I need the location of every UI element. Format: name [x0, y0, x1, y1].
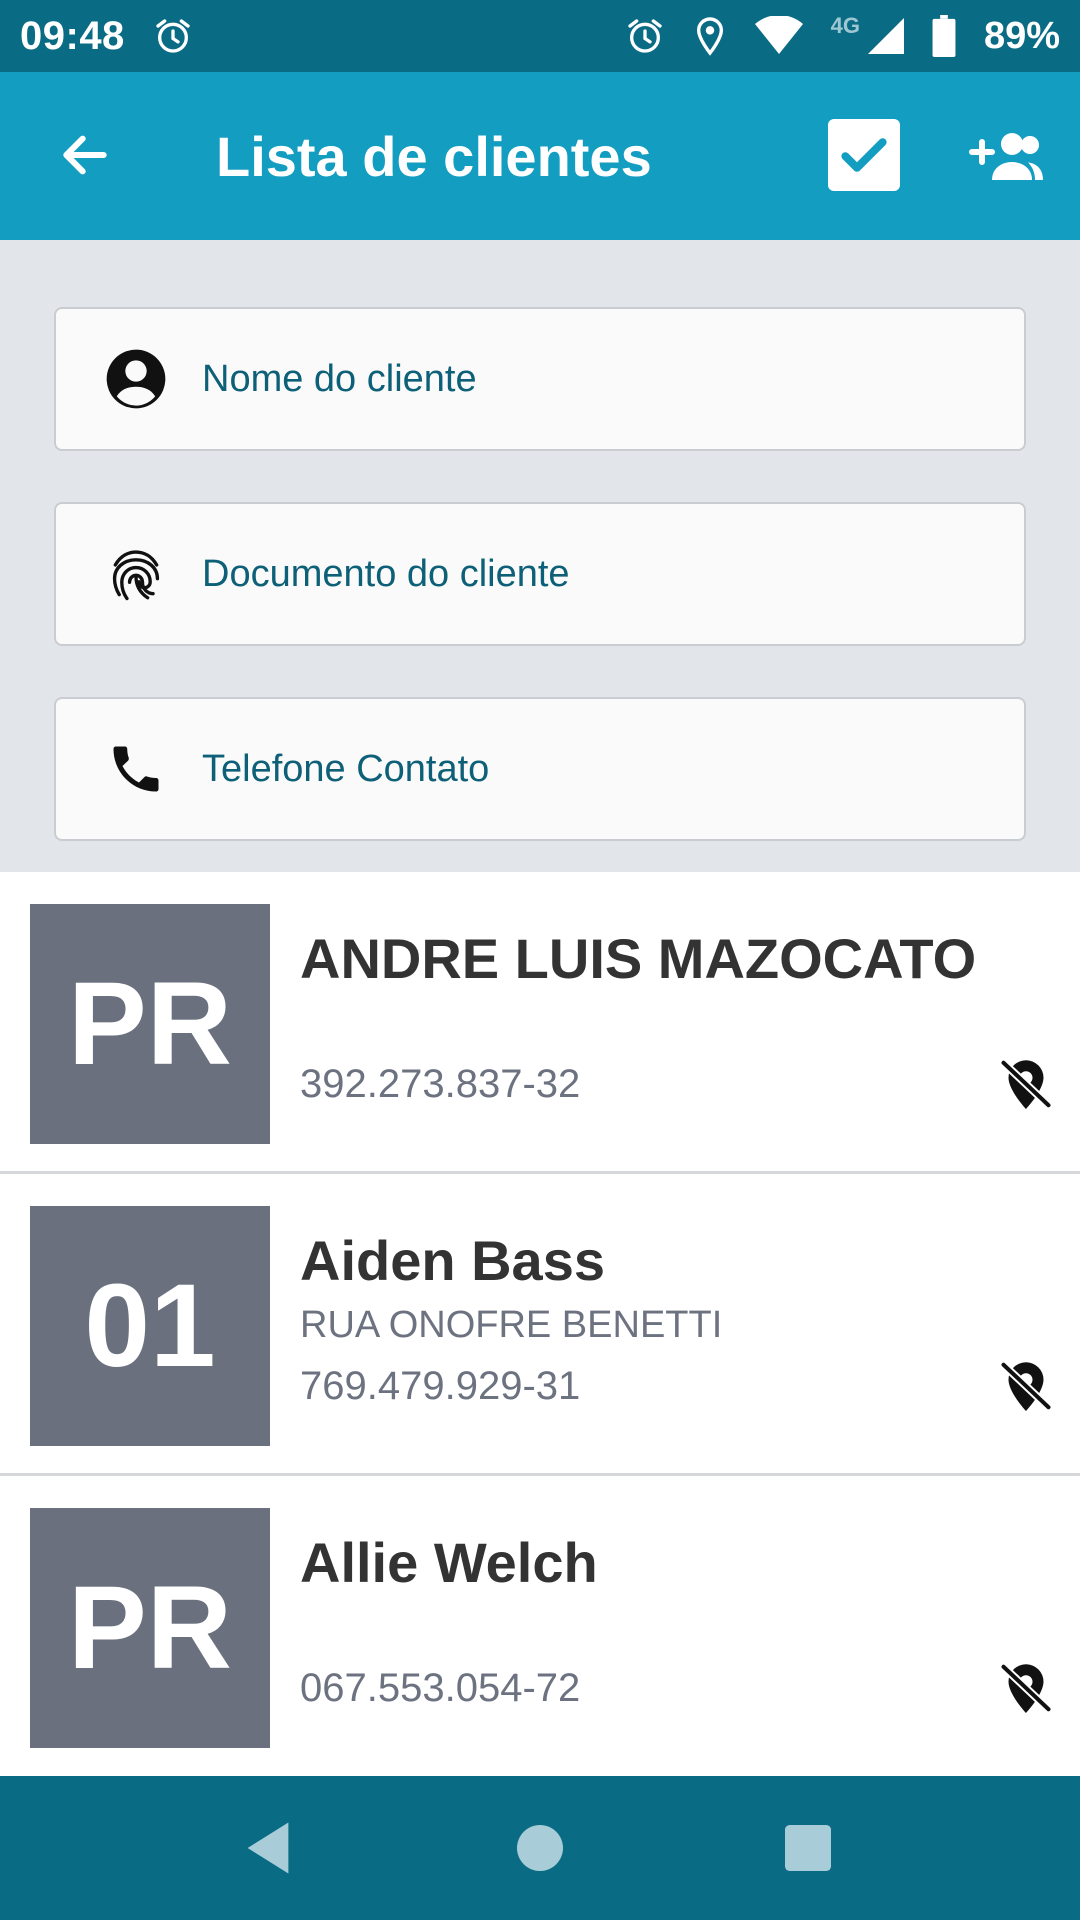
account-circle-icon [104, 347, 168, 411]
status-bar: 09:48 4G 89% [0, 0, 1080, 72]
client-name: Allie Welch [300, 1531, 598, 1594]
client-badge: PR [30, 1508, 270, 1748]
contact-phone-field[interactable] [54, 697, 1026, 841]
signal-icon [867, 18, 904, 54]
location-icon [693, 16, 727, 56]
location-off-icon[interactable] [994, 1052, 1058, 1116]
alarm-icon [625, 16, 665, 56]
nav-back-icon [247, 1822, 289, 1874]
select-all-button[interactable] [828, 119, 900, 191]
back-button[interactable] [52, 122, 118, 188]
client-name: ANDRE LUIS MAZOCATO [300, 927, 977, 990]
client-name-field[interactable] [54, 307, 1026, 451]
client-name: Aiden Bass [300, 1229, 605, 1292]
wifi-icon [754, 16, 803, 56]
network-type: 4G [830, 13, 860, 38]
add-user-icon [969, 133, 1043, 180]
location-off-icon[interactable] [994, 1354, 1058, 1418]
nav-recents-button[interactable] [768, 1808, 848, 1888]
client-document: 067.553.054-72 [300, 1666, 581, 1710]
client-row[interactable]: 01 Aiden Bass RUA ONOFRE BENETTI 769.479… [0, 1174, 1080, 1476]
contact-phone-input[interactable] [202, 699, 982, 839]
checkbox-checked-icon [841, 138, 887, 172]
client-document-field[interactable] [54, 502, 1026, 646]
client-row[interactable]: PR Allie Welch 067.553.054-72 [0, 1476, 1080, 1778]
client-document-input[interactable] [202, 504, 982, 644]
app-bar: Lista de clientes [0, 72, 1080, 240]
client-document: 392.273.837-32 [300, 1062, 581, 1106]
nav-recents-icon [785, 1825, 831, 1871]
location-off-icon[interactable] [994, 1656, 1058, 1720]
phone-icon [104, 737, 168, 801]
fingerprint-icon [104, 542, 168, 606]
client-row[interactable]: PR ANDRE LUIS MAZOCATO 392.273.837-32 [0, 872, 1080, 1174]
client-badge: 01 [30, 1206, 270, 1446]
nav-home-icon [517, 1825, 563, 1871]
client-list: PR ANDRE LUIS MAZOCATO 392.273.837-32 01… [0, 872, 1080, 1776]
status-time: 09:48 [20, 13, 125, 58]
system-nav-bar [0, 1776, 1080, 1920]
page-title: Lista de clientes [216, 125, 652, 188]
add-client-button[interactable] [966, 124, 1046, 188]
battery-percent: 89% [983, 14, 1060, 57]
client-address: RUA ONOFRE BENETTI [300, 1304, 723, 1346]
client-name-input[interactable] [202, 309, 982, 449]
battery-icon [932, 15, 956, 57]
nav-home-button[interactable] [500, 1808, 580, 1888]
client-document: 769.479.929-31 [300, 1364, 581, 1408]
arrow-back-icon [63, 135, 107, 175]
client-badge: PR [30, 904, 270, 1144]
filter-panel [0, 240, 1080, 872]
nav-back-button[interactable] [228, 1808, 308, 1888]
alarm-icon [153, 16, 193, 56]
